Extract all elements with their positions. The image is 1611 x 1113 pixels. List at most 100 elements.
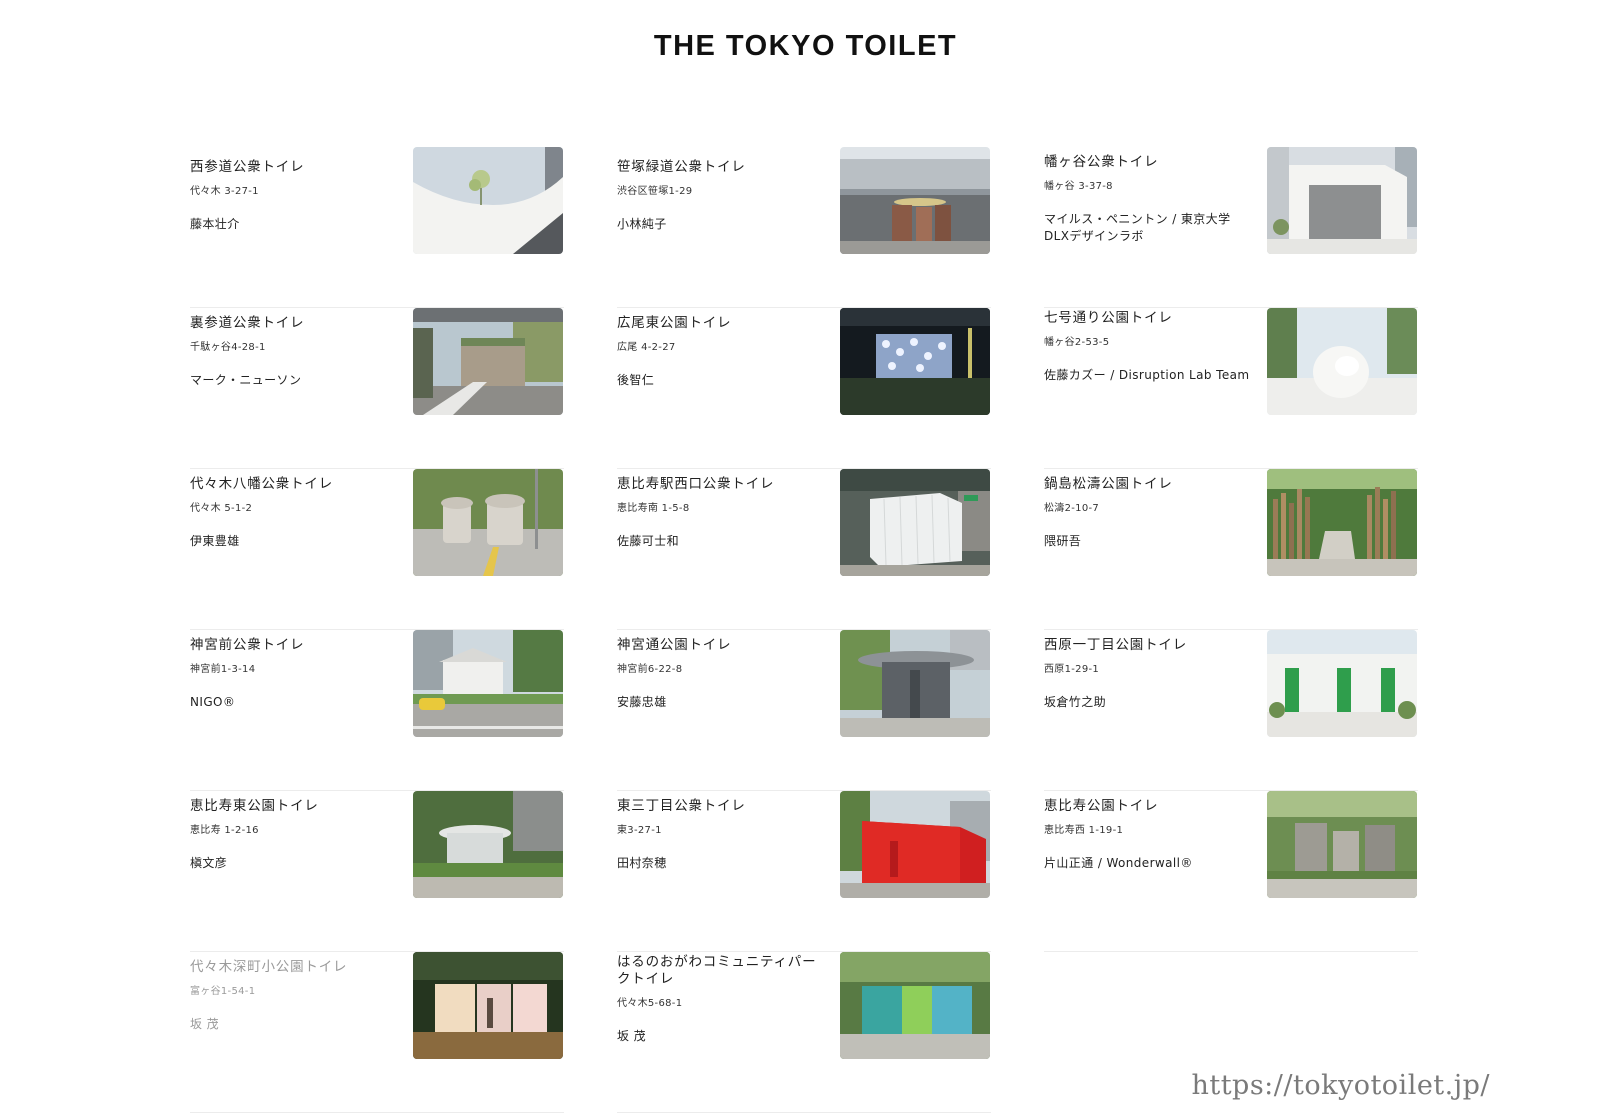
toilet-designer: 佐藤可士和 xyxy=(617,534,680,548)
under-overpass-photo[interactable] xyxy=(840,147,990,254)
toilet-name: 恵比寿駅西口公衆トイレ xyxy=(617,476,775,492)
toilet-address: 恵比寿南 1-5-8 xyxy=(617,503,690,514)
toilet-address: 代々木 3-27-1 xyxy=(190,186,259,197)
toilet-card[interactable]: 笹塚緑道公衆トイレ 渋谷区笹塚1-29 小林純子 xyxy=(617,147,991,308)
card-text: 鍋島松濤公園トイレ 松濤2-10-7 隈研吾 xyxy=(1044,476,1254,550)
toilet-address: 幡ヶ谷2-53-5 xyxy=(1044,337,1110,348)
toilet-designer: 槇文彦 xyxy=(190,856,228,870)
card-text: 神宮前公衆トイレ 神宮前1-3-14 NIGO® xyxy=(190,637,400,711)
cylinder-canopy-photo[interactable] xyxy=(840,630,990,737)
toilet-card[interactable]: 幡ヶ谷公衆トイレ 幡ヶ谷 3-37-8 マイルス・ペニントン / 東京大学 DL… xyxy=(1044,147,1418,308)
toilet-address: 恵比寿西 1-19-1 xyxy=(1044,825,1124,836)
toilet-name: 七号通り公園トイレ xyxy=(1044,310,1173,326)
toilet-card[interactable]: 代々木八幡公衆トイレ 代々木 5-1-2 伊東豊雄 xyxy=(190,469,564,630)
card-text: はるのおがわコミュニティパークトイレ 代々木5-68-1 坂 茂 xyxy=(617,954,827,1045)
toilet-card[interactable]: 恵比寿公園トイレ 恵比寿西 1-19-1 片山正通 / Wonderwall® xyxy=(1044,791,1418,952)
toilet-name: 代々木深町小公園トイレ xyxy=(190,959,348,975)
toilet-name: 西参道公衆トイレ xyxy=(190,159,305,175)
white-wall-green-doors-photo[interactable] xyxy=(1267,630,1417,737)
toilet-card[interactable]: 西参道公衆トイレ 代々木 3-27-1 藤本壮介 xyxy=(190,147,564,308)
street-house-taxi-photo[interactable] xyxy=(413,630,563,737)
toilet-card[interactable]: 恵比寿駅西口公衆トイレ 恵比寿南 1-5-8 佐藤可士和 xyxy=(617,469,991,630)
toilet-designer: 坂 茂 xyxy=(190,1017,220,1031)
card-text: 西原一丁目公園トイレ 西原1-29-1 坂倉竹之助 xyxy=(1044,637,1254,711)
night-lit-box-photo[interactable] xyxy=(840,308,990,415)
park-pavilion-photo[interactable] xyxy=(413,791,563,898)
card-text: 七号通り公園トイレ 幡ヶ谷2-53-5 佐藤カズー / Disruption L… xyxy=(1044,310,1254,384)
concrete-walls-photo[interactable] xyxy=(1267,791,1417,898)
toilet-name: 恵比寿公園トイレ xyxy=(1044,798,1159,814)
toilet-address: 広尾 4-2-27 xyxy=(617,342,676,353)
toilet-name: 恵比寿東公園トイレ xyxy=(190,798,319,814)
white-louver-cube-photo[interactable] xyxy=(840,469,990,576)
mushroom-huts-photo[interactable] xyxy=(413,469,563,576)
toilet-card[interactable]: 恵比寿東公園トイレ 恵比寿 1-2-16 槇文彦 xyxy=(190,791,564,952)
transparent-color-glass-photo[interactable] xyxy=(840,952,990,1059)
toilet-designer: 藤本壮介 xyxy=(190,217,240,231)
toilet-name: 笹塚緑道公衆トイレ xyxy=(617,159,746,175)
toilet-address: 西原1-29-1 xyxy=(1044,664,1100,675)
white-dome-photo[interactable] xyxy=(1267,308,1417,415)
toilet-address: 渋谷区笹塚1-29 xyxy=(617,186,693,197)
toilet-designer: 坂倉竹之助 xyxy=(1044,695,1107,709)
toilet-designer: マーク・ニューソン xyxy=(190,373,302,387)
toilet-name: 西原一丁目公園トイレ xyxy=(1044,637,1187,653)
toilet-address: 東3-27-1 xyxy=(617,825,662,836)
red-box-photo[interactable] xyxy=(840,791,990,898)
toilet-designer: 隈研吾 xyxy=(1044,534,1082,548)
toilet-address: 代々木 5-1-2 xyxy=(190,503,253,514)
toilet-address: 千駄ヶ谷4-28-1 xyxy=(190,342,266,353)
toilet-name: 広尾東公園トイレ xyxy=(617,315,732,331)
toilet-name: はるのおがわコミュニティパークトイレ xyxy=(617,954,817,987)
card-text: 代々木深町小公園トイレ 富ヶ谷1-54-1 坂 茂 xyxy=(190,959,400,1033)
toilet-card[interactable]: 東三丁目公衆トイレ 東3-27-1 田村奈穂 xyxy=(617,791,991,952)
green-roof-house-photo[interactable] xyxy=(413,308,563,415)
toilet-grid: 西参道公衆トイレ 代々木 3-27-1 藤本壮介 笹塚緑道公衆トイレ 渋谷区笹塚… xyxy=(190,147,1418,1113)
toilet-address: 富ヶ谷1-54-1 xyxy=(190,986,256,997)
toilet-card[interactable]: 裏参道公衆トイレ 千駄ヶ谷4-28-1 マーク・ニューソン xyxy=(190,308,564,469)
toilet-card[interactable]: 代々木深町小公園トイレ 富ヶ谷1-54-1 坂 茂 xyxy=(190,952,564,1113)
toilet-designer: 片山正通 / Wonderwall® xyxy=(1044,856,1193,870)
white-wave-structure-photo[interactable] xyxy=(413,147,563,254)
toilet-designer: NIGO® xyxy=(190,695,236,709)
card-text: 恵比寿公園トイレ 恵比寿西 1-19-1 片山正通 / Wonderwall® xyxy=(1044,798,1254,872)
card-text: 広尾東公園トイレ 広尾 4-2-27 後智仁 xyxy=(617,315,827,389)
card-text: 神宮通公園トイレ 神宮前6-22-8 安藤忠雄 xyxy=(617,637,827,711)
toilet-address: 松濤2-10-7 xyxy=(1044,503,1100,514)
toilet-designer: 坂 茂 xyxy=(617,1029,647,1043)
card-text: 恵比寿駅西口公衆トイレ 恵比寿南 1-5-8 佐藤可士和 xyxy=(617,476,827,550)
toilet-name: 鍋島松濤公園トイレ xyxy=(1044,476,1173,492)
card-text: 東三丁目公衆トイレ 東3-27-1 田村奈穂 xyxy=(617,798,827,872)
site-title[interactable]: THE TOKYO TOILET xyxy=(0,30,1611,63)
transparent-glow-photo[interactable] xyxy=(413,952,563,1059)
card-text: 幡ヶ谷公衆トイレ 幡ヶ谷 3-37-8 マイルス・ペニントン / 東京大学 DL… xyxy=(1044,154,1254,245)
toilet-designer: 佐藤カズー / Disruption Lab Team xyxy=(1044,368,1250,382)
toilet-card[interactable]: 七号通り公園トイレ 幡ヶ谷2-53-5 佐藤カズー / Disruption L… xyxy=(1044,308,1418,469)
toilet-designer: 田村奈穂 xyxy=(617,856,667,870)
card-text: 西参道公衆トイレ 代々木 3-27-1 藤本壮介 xyxy=(190,159,400,233)
toilet-designer: マイルス・ペニントン / 東京大学 DLXデザインラボ xyxy=(1044,212,1231,243)
toilet-card[interactable]: 鍋島松濤公園トイレ 松濤2-10-7 隈研吾 xyxy=(1044,469,1418,630)
toilet-designer: 後智仁 xyxy=(617,373,655,387)
wooden-slats-photo[interactable] xyxy=(1267,469,1417,576)
toilet-address: 幡ヶ谷 3-37-8 xyxy=(1044,181,1113,192)
toilet-card[interactable]: 神宮通公園トイレ 神宮前6-22-8 安藤忠雄 xyxy=(617,630,991,791)
toilet-designer: 安藤忠雄 xyxy=(617,695,667,709)
toilet-address: 恵比寿 1-2-16 xyxy=(190,825,259,836)
toilet-address: 神宮前6-22-8 xyxy=(617,664,683,675)
toilet-card[interactable]: はるのおがわコミュニティパークトイレ 代々木5-68-1 坂 茂 xyxy=(617,952,991,1113)
toilet-name: 神宮通公園トイレ xyxy=(617,637,732,653)
toilet-card[interactable]: 広尾東公園トイレ 広尾 4-2-27 後智仁 xyxy=(617,308,991,469)
toilet-name: 東三丁目公衆トイレ xyxy=(617,798,746,814)
white-cube-frame-photo[interactable] xyxy=(1267,147,1417,254)
toilet-address: 代々木5-68-1 xyxy=(617,998,683,1009)
card-text: 代々木八幡公衆トイレ 代々木 5-1-2 伊東豊雄 xyxy=(190,476,400,550)
toilet-card[interactable]: 神宮前公衆トイレ 神宮前1-3-14 NIGO® xyxy=(190,630,564,791)
toilet-name: 神宮前公衆トイレ xyxy=(190,637,305,653)
card-text: 笹塚緑道公衆トイレ 渋谷区笹塚1-29 小林純子 xyxy=(617,159,827,233)
toilet-name: 幡ヶ谷公衆トイレ xyxy=(1044,154,1159,170)
toilet-name: 代々木八幡公衆トイレ xyxy=(190,476,333,492)
source-url-watermark: https://tokyotoilet.jp/ xyxy=(1191,1070,1490,1101)
toilet-card[interactable]: 西原一丁目公園トイレ 西原1-29-1 坂倉竹之助 xyxy=(1044,630,1418,791)
toilet-designer: 小林純子 xyxy=(617,217,667,231)
